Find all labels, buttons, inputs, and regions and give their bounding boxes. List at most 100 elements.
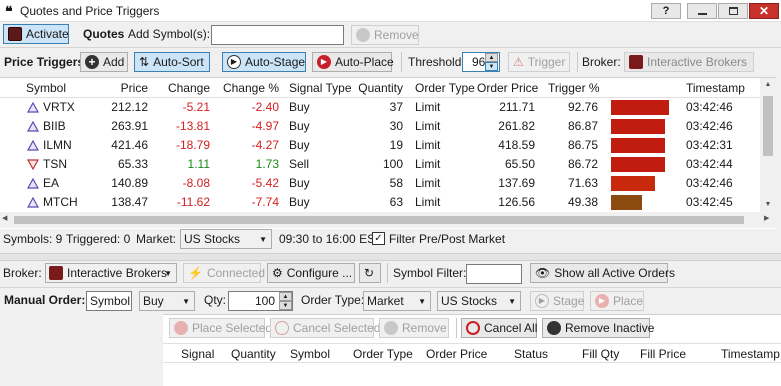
orders-column-header[interactable]: Timestamp <box>721 347 780 361</box>
close-button[interactable]: ✕ <box>749 3 779 19</box>
column-header[interactable]: Signal Type <box>289 81 352 95</box>
scroll-down-icon[interactable]: ▼ <box>760 198 776 212</box>
table-row[interactable]: BIIB 263.91 -13.81 -4.97 Buy 30 Limit 261.82 86.… <box>0 117 760 136</box>
column-header[interactable]: Quantity <box>355 81 403 95</box>
cell-symbol: BIIB <box>43 119 66 133</box>
trigger-button[interactable]: ⚠ Trigger <box>508 52 570 72</box>
triangle-up-icon <box>26 177 40 189</box>
auto-sort-button[interactable]: ⇅ Auto-Sort <box>134 52 210 72</box>
orders-column-header[interactable]: Fill Price <box>640 347 686 361</box>
spin-down-icon[interactable]: ▼ <box>279 301 292 310</box>
side-select[interactable]: Buy ▼ <box>139 291 195 311</box>
cancel-all-button[interactable]: Cancel All <box>461 318 537 338</box>
remove-inactive-button[interactable]: Remove Inactive <box>542 318 654 338</box>
market-select[interactable]: US Stocks ▼ <box>180 229 272 249</box>
cancel-icon <box>275 321 289 335</box>
refresh-button[interactable]: ↻ <box>359 263 381 283</box>
orders-column-header[interactable]: Signal <box>181 347 214 361</box>
column-header[interactable]: Symbol <box>26 81 86 95</box>
order-type-select[interactable]: Market ▼ <box>363 291 431 311</box>
scroll-left-icon[interactable]: ◀ <box>2 214 7 222</box>
h-scroll-thumb[interactable] <box>14 216 744 224</box>
gear-icon: ⚙ <box>272 266 283 280</box>
cell-order-price: 126.56 <box>498 195 535 209</box>
table-row[interactable]: EA 140.89 -8.08 -5.42 Buy 58 Limit 137.69 71.63 0… <box>0 174 760 193</box>
orders-column-header[interactable]: Quantity <box>231 347 276 361</box>
remove-icon <box>384 321 398 335</box>
scroll-right-icon[interactable]: ▶ <box>764 214 769 222</box>
orders-broker-select[interactable]: Interactive Brokers ▼ <box>45 263 177 283</box>
play-icon: ▶ <box>227 55 241 69</box>
column-header[interactable]: Trigger % <box>548 81 600 95</box>
cell-time: 03:42:46 <box>686 176 733 190</box>
remove-symbol-button[interactable]: Remove <box>351 25 419 45</box>
vertical-scrollbar[interactable]: ▲ ▼ <box>760 78 776 212</box>
cell-qty: 37 <box>389 100 403 114</box>
place-selected-button[interactable]: Place Selected <box>169 318 272 338</box>
table-row[interactable]: TSN 65.33 1.11 1.73 Sell 100 Limit 65.50 86.72 03… <box>0 155 760 174</box>
orders-column-header[interactable]: Status <box>514 347 548 361</box>
spin-up-icon[interactable]: ▲ <box>279 292 292 301</box>
triangle-up-icon <box>26 196 40 208</box>
cell-trigger-pct: 86.87 <box>567 119 598 133</box>
column-header[interactable]: Order Price <box>477 81 538 95</box>
table-row[interactable]: VRTX 212.12 -5.21 -2.40 Buy 37 Limit 211.71 92.7… <box>0 98 760 117</box>
show-all-orders-button[interactable]: 👁 Show all Active Orders <box>530 263 675 283</box>
orders-column-header[interactable]: Order Price <box>426 347 487 361</box>
minimize-button[interactable] <box>687 3 717 19</box>
maximize-button[interactable] <box>718 3 748 19</box>
auto-place-button[interactable]: ▶ Auto-Place <box>312 52 394 72</box>
cell-order-type: Limit <box>415 195 441 209</box>
column-header[interactable]: Change % <box>221 81 279 95</box>
qty-input[interactable]: 100 ▲ ▼ <box>228 291 293 311</box>
cell-time: 03:42:31 <box>686 138 733 152</box>
orders-column-header[interactable]: Symbol <box>290 347 330 361</box>
table-row[interactable]: MTCH 138.47 -11.62 -7.74 Buy 63 Limit 126.56 49.… <box>0 193 760 212</box>
column-header[interactable]: Price <box>85 81 148 95</box>
horizontal-scrollbar[interactable]: ◀ ▶ <box>0 212 776 228</box>
market-label: Market: <box>136 232 177 246</box>
scroll-up-icon[interactable]: ▲ <box>760 78 776 92</box>
cell-change: -8.08 <box>182 176 210 190</box>
orders-column-header[interactable]: Fill Qty <box>582 347 619 361</box>
cell-order-type: Limit <box>415 157 441 171</box>
add-trigger-button[interactable]: + Add <box>80 52 128 72</box>
cell-change: -11.62 <box>176 195 210 209</box>
cell-price: 138.47 <box>111 195 148 209</box>
qty-spinner[interactable]: ▲ ▼ <box>279 292 292 310</box>
column-header[interactable]: Order Type <box>415 81 475 95</box>
orders-column-header[interactable]: Order Type <box>353 347 413 361</box>
triangle-up-icon <box>26 120 40 132</box>
symbol-filter-input[interactable] <box>466 264 522 284</box>
cell-price: 140.89 <box>111 176 148 190</box>
filter-checkbox[interactable]: ✓ <box>372 232 385 245</box>
trigger-broker-select[interactable]: Interactive Brokers <box>624 52 754 72</box>
symbol-filter-label: Symbol Filter: <box>393 266 467 280</box>
cell-qty: 30 <box>389 119 403 133</box>
place-button[interactable]: ▶ Place <box>590 291 644 311</box>
broker-icon <box>629 55 643 69</box>
symbol-input[interactable]: Symbol <box>86 291 132 311</box>
cell-signal: Sell <box>289 157 310 171</box>
activate-button[interactable]: Activate <box>3 24 69 44</box>
threshold-input[interactable]: 96 ▲ ▼ <box>462 52 500 72</box>
triangle-up-icon <box>26 101 40 113</box>
spin-up-icon[interactable]: ▲ <box>485 53 498 62</box>
help-button[interactable]: ? <box>651 3 681 19</box>
add-symbols-input[interactable] <box>211 25 344 45</box>
trigger-bar <box>611 157 665 172</box>
triggered-count: Triggered: 0 <box>66 232 131 246</box>
table-row[interactable]: ILMN 421.46 -18.79 -4.27 Buy 19 Limit 418.59 86.… <box>0 136 760 155</box>
auto-stage-button[interactable]: ▶ Auto-Stage <box>222 52 306 72</box>
column-header[interactable]: Timestamp <box>686 81 756 95</box>
configure-button[interactable]: ⚙ Configure ... <box>267 263 355 283</box>
stage-button[interactable]: ▶ Stage <box>530 291 584 311</box>
remove-order-button[interactable]: Remove <box>379 318 449 338</box>
threshold-spinner[interactable]: ▲ ▼ <box>485 53 498 71</box>
connected-button[interactable]: ⚡ Connected <box>183 263 265 283</box>
order-market-select[interactable]: US Stocks ▼ <box>437 291 521 311</box>
column-header[interactable]: Change <box>154 81 210 95</box>
cancel-selected-button[interactable]: Cancel Selected <box>270 318 380 338</box>
scroll-thumb[interactable] <box>763 96 773 156</box>
spin-down-icon[interactable]: ▼ <box>485 62 498 71</box>
